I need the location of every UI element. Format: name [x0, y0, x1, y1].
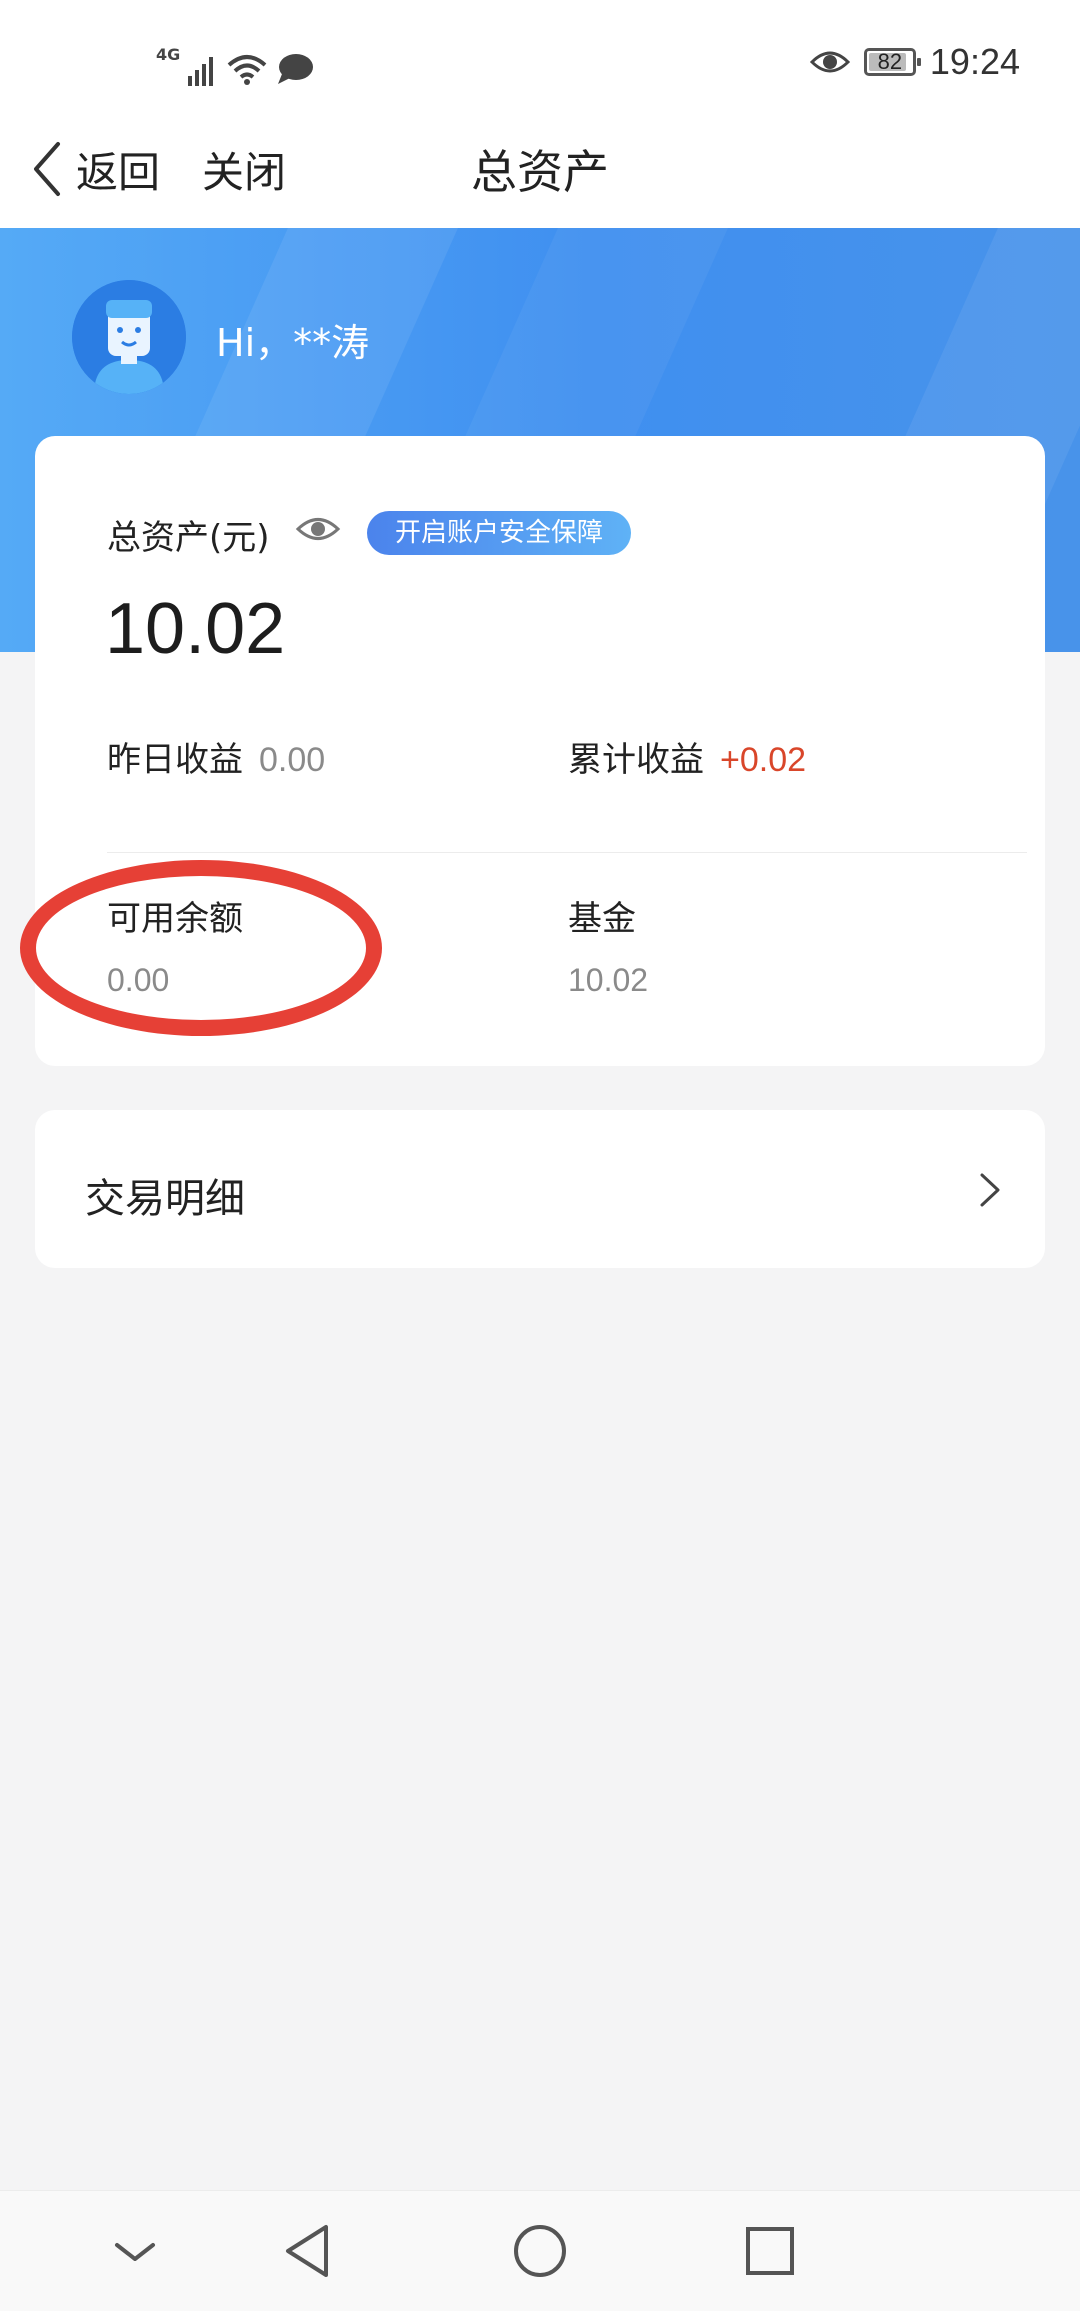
eye-icon — [809, 51, 850, 73]
status-left-icons: 4G — [156, 38, 314, 86]
network-type-label: 4G — [156, 45, 181, 64]
cumulative-income-value: +0.02 — [720, 741, 807, 779]
security-badge[interactable]: 开启账户安全保障 — [367, 511, 632, 555]
battery-icon: 82 — [863, 48, 921, 76]
cumulative-income: 累计收益 +0.02 — [568, 732, 806, 781]
card-divider — [107, 852, 1027, 853]
status-bar: 4G 82 19:24 — [0, 0, 1080, 110]
yesterday-income-label: 昨日收益 — [107, 740, 243, 780]
fund-balance[interactable]: 基金 10.02 — [568, 891, 648, 999]
greeting-text: Hi，**涛 — [216, 321, 370, 365]
transaction-details-row[interactable]: 交易明细 — [35, 1110, 1045, 1268]
chevron-right-icon — [980, 1173, 1000, 1207]
asset-card: 总资产(元) 开启账户安全保障 10.02 昨日收益 0.00 累计收益 +0.… — [35, 436, 1045, 1066]
yesterday-income-value: 0.00 — [259, 741, 326, 779]
avatar[interactable] — [72, 280, 186, 394]
avatar-icon — [72, 280, 186, 394]
status-clock: 19:24 — [929, 41, 1020, 82]
battery-level: 82 — [877, 49, 903, 74]
page-title: 总资产 — [471, 145, 609, 199]
recents-square-icon[interactable] — [740, 2221, 800, 2281]
available-balance-value: 0.00 — [107, 962, 170, 998]
total-assets-label: 总资产(元) — [107, 518, 270, 558]
available-balance-label: 可用余额 — [107, 899, 243, 939]
available-balance[interactable]: 可用余额 0.00 — [107, 891, 243, 999]
yesterday-income: 昨日收益 0.00 — [107, 732, 325, 781]
nav-bar: 返回 关闭 总资产 — [0, 110, 1080, 228]
system-nav-bar — [0, 2190, 1080, 2311]
status-right-icons: 82 19:24 — [809, 38, 1020, 86]
back-triangle-icon[interactable] — [280, 2221, 340, 2281]
total-assets-value: 10.02 — [105, 589, 286, 669]
home-circle-icon[interactable] — [510, 2221, 570, 2281]
transaction-details-label: 交易明细 — [85, 1176, 245, 1222]
cumulative-income-label: 累计收益 — [568, 740, 704, 780]
wifi-icon — [227, 55, 267, 85]
signal-icon — [188, 57, 214, 86]
fund-value: 10.02 — [568, 962, 649, 998]
fund-label: 基金 — [568, 899, 636, 939]
message-icon — [278, 54, 314, 84]
collapse-icon[interactable] — [105, 2221, 165, 2281]
eye-icon[interactable] — [295, 512, 341, 546]
